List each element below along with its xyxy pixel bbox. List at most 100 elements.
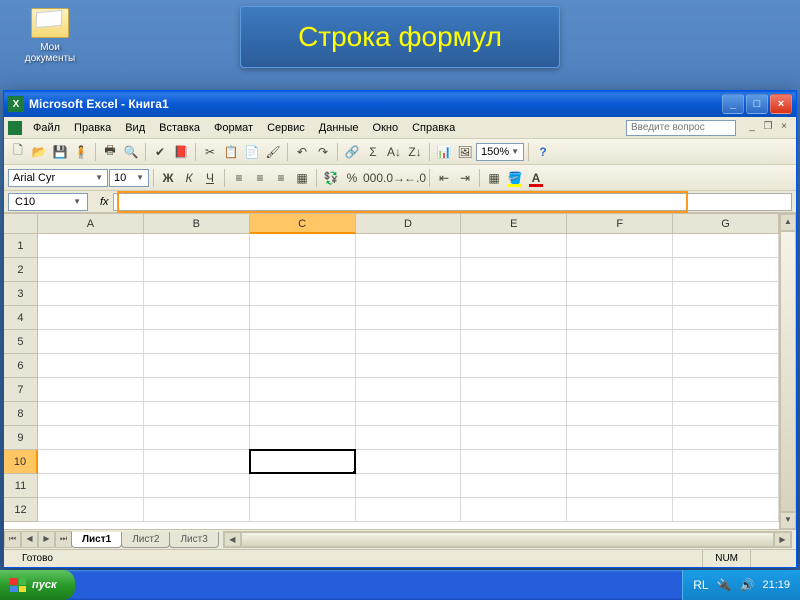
cell[interactable] <box>356 426 462 450</box>
drawing-icon[interactable]: 🖼 <box>455 142 475 162</box>
menu-file[interactable]: Файл <box>26 120 67 136</box>
cell[interactable] <box>356 402 462 426</box>
sort-desc-icon[interactable]: Z↓ <box>405 142 425 162</box>
menu-data[interactable]: Данные <box>312 120 366 136</box>
close-button[interactable]: × <box>770 94 792 114</box>
row-header[interactable]: 7 <box>4 378 38 402</box>
cell[interactable] <box>567 378 673 402</box>
new-icon[interactable]: 🗋 <box>8 142 28 162</box>
spellcheck-icon[interactable]: ✔ <box>150 142 170 162</box>
minimize-button[interactable]: _ <box>722 94 744 114</box>
row-header[interactable]: 2 <box>4 258 38 282</box>
cell[interactable] <box>144 258 250 282</box>
tray-clock[interactable]: 21:19 <box>762 579 790 591</box>
cell[interactable] <box>356 234 462 258</box>
format-painter-icon[interactable]: 🖌 <box>263 142 283 162</box>
col-header-C[interactable]: C <box>250 214 356 234</box>
cell[interactable] <box>250 354 356 378</box>
decrease-decimal-icon[interactable]: ←.0 <box>405 168 425 188</box>
print-icon[interactable]: 🖶 <box>100 142 120 162</box>
maximize-button[interactable]: □ <box>746 94 768 114</box>
cell[interactable] <box>38 426 144 450</box>
cell[interactable] <box>144 402 250 426</box>
scroll-thumb[interactable] <box>780 231 796 512</box>
cell[interactable] <box>38 402 144 426</box>
font-size-select[interactable]: 10 ▼ <box>109 169 149 187</box>
cell[interactable] <box>673 378 779 402</box>
cell[interactable] <box>38 258 144 282</box>
row-header[interactable]: 11 <box>4 474 38 498</box>
col-header-E[interactable]: E <box>461 214 567 234</box>
cell[interactable] <box>567 306 673 330</box>
sheet-tab-1[interactable]: Лист1 <box>71 532 122 548</box>
col-header-G[interactable]: G <box>673 214 779 234</box>
increase-indent-icon[interactable]: ⇥ <box>455 168 475 188</box>
cell[interactable] <box>356 498 462 522</box>
cell[interactable] <box>250 306 356 330</box>
cell[interactable] <box>38 378 144 402</box>
mdi-minimize-button[interactable]: _ <box>745 121 759 135</box>
cell[interactable] <box>144 450 250 474</box>
titlebar[interactable]: X Microsoft Excel - Книга1 _ □ × <box>4 91 796 117</box>
formula-bar-input[interactable] <box>113 193 792 211</box>
cell[interactable] <box>673 258 779 282</box>
col-header-F[interactable]: F <box>567 214 673 234</box>
help-icon[interactable]: ? <box>533 142 553 162</box>
merge-center-icon[interactable]: ▦ <box>292 168 312 188</box>
cell[interactable] <box>673 282 779 306</box>
cell[interactable] <box>673 354 779 378</box>
cell[interactable] <box>567 234 673 258</box>
row-header[interactable]: 9 <box>4 426 38 450</box>
comma-icon[interactable]: 000 <box>363 168 383 188</box>
tray-network-icon[interactable]: 🔊 <box>740 578 755 592</box>
cell[interactable] <box>38 234 144 258</box>
permission-icon[interactable]: 🧍 <box>71 142 91 162</box>
row-header[interactable]: 6 <box>4 354 38 378</box>
cell[interactable] <box>356 474 462 498</box>
paste-icon[interactable]: 📄 <box>242 142 262 162</box>
bold-icon[interactable]: Ж <box>158 168 178 188</box>
help-search-input[interactable] <box>626 120 736 136</box>
menu-insert[interactable]: Вставка <box>152 120 207 136</box>
cell[interactable] <box>144 426 250 450</box>
cell[interactable] <box>38 330 144 354</box>
font-name-select[interactable]: Arial Cyr ▼ <box>8 169 108 187</box>
tray-safely-remove-icon[interactable]: 🔌 <box>717 578 732 592</box>
menu-view[interactable]: Вид <box>118 120 152 136</box>
increase-decimal-icon[interactable]: .0→ <box>384 168 404 188</box>
cell[interactable] <box>250 426 356 450</box>
cell[interactable] <box>567 498 673 522</box>
mdi-close-button[interactable]: × <box>777 121 791 135</box>
cell[interactable] <box>673 402 779 426</box>
cell[interactable] <box>356 330 462 354</box>
cell[interactable] <box>144 498 250 522</box>
start-button[interactable]: пуск <box>0 570 75 600</box>
copy-icon[interactable]: 📋 <box>221 142 241 162</box>
cell[interactable] <box>673 234 779 258</box>
cell[interactable] <box>250 378 356 402</box>
menu-help[interactable]: Справка <box>405 120 462 136</box>
cell[interactable] <box>144 306 250 330</box>
cell[interactable] <box>38 354 144 378</box>
hyperlink-icon[interactable]: 🔗 <box>342 142 362 162</box>
cell[interactable] <box>461 282 567 306</box>
cell[interactable] <box>567 474 673 498</box>
row-header[interactable]: 1 <box>4 234 38 258</box>
cell[interactable] <box>461 354 567 378</box>
tab-nav-first-icon[interactable]: ⏮ <box>4 531 21 548</box>
select-all-corner[interactable] <box>4 214 38 234</box>
cell[interactable] <box>567 330 673 354</box>
align-left-icon[interactable]: ≡ <box>229 168 249 188</box>
cell[interactable] <box>567 426 673 450</box>
cell[interactable] <box>673 474 779 498</box>
borders-icon[interactable]: ▦ <box>484 168 504 188</box>
cell[interactable] <box>144 378 250 402</box>
menu-format[interactable]: Формат <box>207 120 260 136</box>
cell[interactable] <box>461 378 567 402</box>
row-header[interactable]: 5 <box>4 330 38 354</box>
print-preview-icon[interactable]: 🔍 <box>121 142 141 162</box>
cell[interactable] <box>250 402 356 426</box>
row-header[interactable]: 12 <box>4 498 38 522</box>
save-icon[interactable]: 💾 <box>50 142 70 162</box>
cell[interactable] <box>250 282 356 306</box>
